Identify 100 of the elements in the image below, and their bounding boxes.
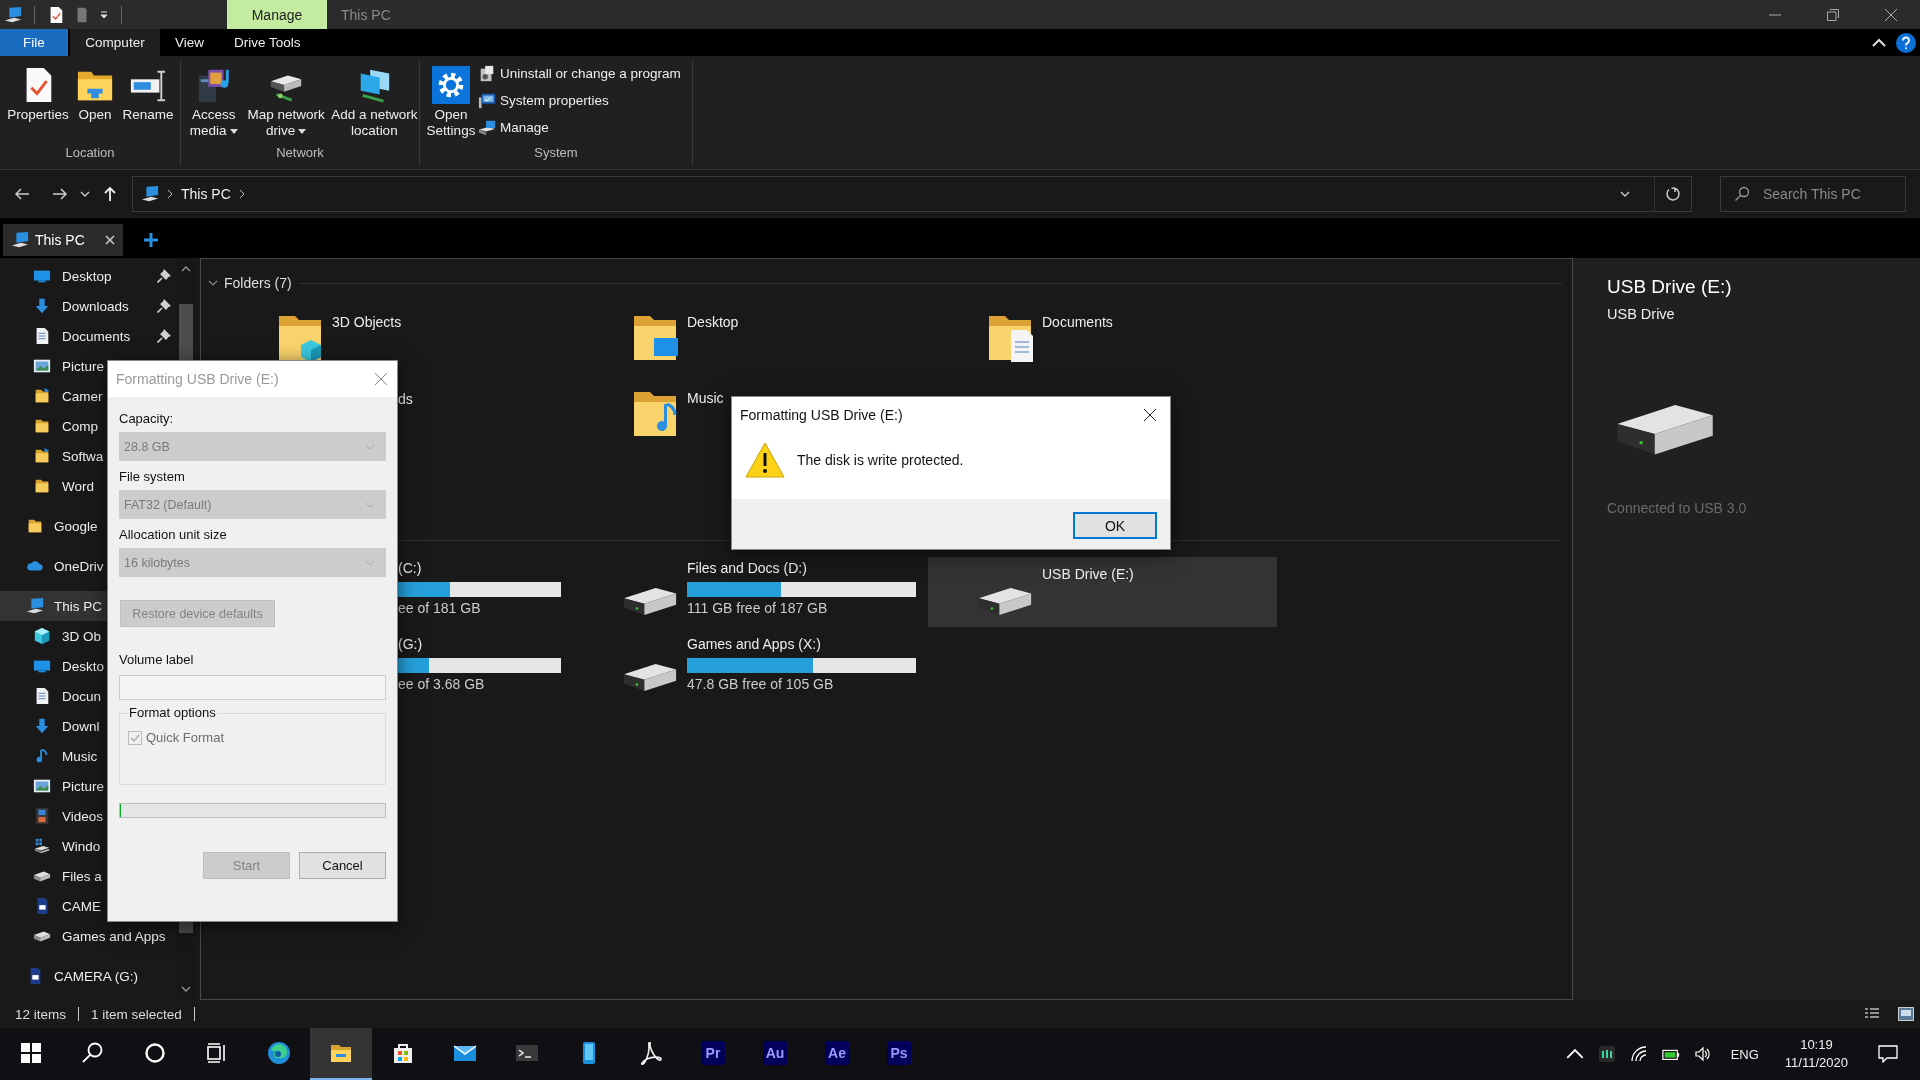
- tab[interactable]: This PC: [3, 224, 123, 256]
- large-icons-view-icon[interactable]: [1898, 1007, 1914, 1021]
- folder-name[interactable]: Desktop: [687, 314, 739, 330]
- computer-icon[interactable]: [4, 5, 22, 24]
- clock[interactable]: 10:19 11/11/2020: [1768, 1028, 1864, 1080]
- language-indicator[interactable]: ENG: [1730, 1046, 1759, 1062]
- chevron-right-icon[interactable]: [167, 189, 173, 199]
- drive-name[interactable]: USB Drive (E:): [1042, 566, 1134, 586]
- pin-icon[interactable]: [157, 269, 171, 283]
- ok-button[interactable]: OK: [1073, 512, 1157, 539]
- ribbon-tab[interactable]: View: [160, 29, 220, 56]
- chevron-down-icon[interactable]: [1620, 191, 1630, 197]
- refresh-icon[interactable]: [1665, 186, 1681, 202]
- nav-item[interactable]: Windo: [0, 831, 105, 861]
- ribbon-button[interactable]: Properties: [4, 60, 72, 145]
- ribbon-button[interactable]: System properties: [478, 89, 681, 112]
- back-arrow-icon[interactable]: [14, 186, 30, 202]
- ribbon-button[interactable]: Open: [72, 60, 118, 145]
- chevron-down-icon[interactable]: [208, 280, 218, 286]
- folder-name[interactable]: ds: [398, 391, 413, 407]
- nav-item[interactable]: Desktop: [0, 261, 116, 291]
- volume-label-field[interactable]: [119, 675, 386, 700]
- ribbon-button[interactable]: Rename: [118, 60, 178, 145]
- nav-item[interactable]: Downl: [0, 711, 104, 741]
- nav-item[interactable]: Deskto: [0, 651, 109, 681]
- nav-item[interactable]: Downloads: [0, 291, 133, 321]
- dialog-button[interactable]: Cancel: [299, 852, 386, 879]
- ribbon-button[interactable]: Map network drive: [242, 60, 330, 145]
- wifi-icon[interactable]: [1629, 1045, 1648, 1063]
- nav-item[interactable]: Documents: [0, 321, 135, 351]
- breadcrumb[interactable]: This PC: [181, 186, 231, 202]
- help-icon[interactable]: [1896, 32, 1916, 53]
- drive-tile[interactable]: Games and Apps (X:) 47.8 GB free of 105 GB: [573, 633, 922, 703]
- nav-item[interactable]: Docun: [0, 681, 106, 711]
- taskbar-button[interactable]: [310, 1028, 372, 1080]
- taskbar-button[interactable]: Pr: [682, 1028, 744, 1080]
- chevron-down-icon[interactable]: [80, 191, 90, 197]
- group-label: Format options: [128, 705, 217, 720]
- pin-icon[interactable]: [157, 299, 171, 313]
- forward-arrow-icon[interactable]: [52, 186, 68, 202]
- nav-item[interactable]: Softwa: [0, 441, 108, 471]
- dialog-title: Formatting USB Drive (E:): [740, 407, 903, 423]
- nav-item[interactable]: Google: [0, 511, 102, 541]
- ribbon-button[interactable]: Open Settings: [424, 60, 478, 145]
- pin-icon[interactable]: [157, 329, 171, 343]
- search-field[interactable]: Search This PC: [1720, 176, 1906, 212]
- ribbon-button[interactable]: Manage: [478, 116, 681, 139]
- nav-item[interactable]: Files a: [0, 861, 106, 891]
- selection-count: 1 item selected: [91, 1006, 182, 1022]
- drive-tile[interactable]: USB Drive (E:): [928, 557, 1277, 627]
- nav-item[interactable]: Picture: [0, 351, 109, 381]
- drive-icon[interactable]: [622, 661, 678, 693]
- notification-icon[interactable]: [1878, 1045, 1898, 1063]
- drive-icon[interactable]: [977, 585, 1033, 617]
- address-field[interactable]: This PC: [132, 176, 1692, 212]
- taskbar-button[interactable]: Ps: [868, 1028, 930, 1080]
- window-title: This PC: [341, 6, 391, 23]
- drive-name[interactable]: Games and Apps (X:): [687, 636, 916, 656]
- nav-item[interactable]: 3D Ob: [0, 621, 106, 651]
- nav-item[interactable]: CAME: [0, 891, 105, 921]
- drive-tile[interactable]: (G:) ee of 3.68 GB: [398, 633, 567, 703]
- taskbar-button[interactable]: Ae: [806, 1028, 868, 1080]
- drive-tile[interactable]: (C:) ee of 181 GB: [398, 557, 567, 627]
- nav-item[interactable]: Games and Apps: [0, 921, 170, 951]
- ribbon-button[interactable]: Add a network location: [329, 60, 419, 145]
- up-arrow-icon[interactable]: [102, 186, 118, 202]
- caret-icon[interactable]: [99, 9, 109, 20]
- nav-item[interactable]: Picture: [0, 771, 109, 801]
- nav-item[interactable]: Word: [0, 471, 98, 501]
- nav-item[interactable]: Music: [0, 741, 102, 771]
- nav-item[interactable]: Camer: [0, 381, 107, 411]
- drive-name[interactable]: Files and Docs (D:): [687, 560, 916, 580]
- folder-name[interactable]: 3D Objects: [332, 314, 402, 330]
- plus-icon[interactable]: [143, 232, 159, 248]
- folder-name[interactable]: Documents: [1042, 314, 1113, 330]
- nav-item[interactable]: Comp: [0, 411, 102, 441]
- ribbon-tab[interactable]: File: [0, 29, 68, 56]
- tray-app-icon[interactable]: [1597, 1045, 1616, 1063]
- nav-item[interactable]: OneDriv: [0, 551, 108, 581]
- ribbon-button[interactable]: Access media: [185, 60, 243, 145]
- ribbon-tab[interactable]: Computer: [70, 29, 160, 56]
- context-tab[interactable]: Manage: [227, 0, 327, 29]
- chevron-right-icon[interactable]: [238, 189, 245, 199]
- nav-item[interactable]: CAMERA (G:): [0, 961, 142, 991]
- ribbon-tab[interactable]: Drive Tools: [219, 29, 316, 56]
- computer-icon: [11, 231, 29, 249]
- details-view-icon[interactable]: [1864, 1007, 1880, 1021]
- chevron-down-icon[interactable]: [181, 986, 191, 992]
- ribbon-button[interactable]: Uninstall or change a program: [478, 62, 681, 85]
- drive-tile[interactable]: Files and Docs (D:) 111 GB free of 187 GB: [573, 557, 922, 627]
- taskbar-button[interactable]: Au: [744, 1028, 806, 1080]
- drive-icon[interactable]: [622, 585, 678, 617]
- nav-item[interactable]: Videos: [0, 801, 108, 831]
- drive-name[interactable]: (C:): [398, 560, 561, 580]
- volume-icon[interactable]: [1693, 1045, 1712, 1063]
- folder-name[interactable]: Music: [687, 390, 724, 406]
- close-icon[interactable]: [1144, 409, 1156, 421]
- section-heading[interactable]: Folders (7): [224, 275, 292, 291]
- drive-name[interactable]: (G:): [398, 636, 561, 656]
- chevron-up-icon[interactable]: [181, 266, 191, 272]
